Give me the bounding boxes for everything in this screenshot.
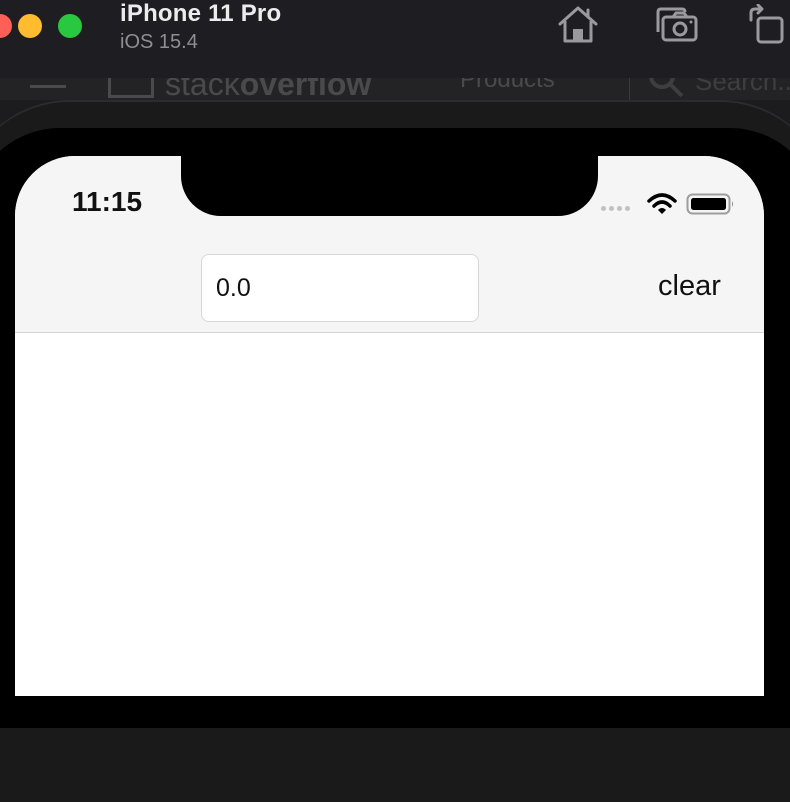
device-screen: 11:15 clear [15, 156, 764, 696]
hamburger-menu-icon [30, 85, 66, 88]
rotate-icon[interactable] [748, 3, 790, 49]
clear-button[interactable]: clear [658, 270, 721, 303]
background-browser-page: stackoverflow Products Search... [0, 78, 790, 100]
device-name: iPhone 11 Pro [120, 0, 282, 27]
device-notch [181, 156, 598, 216]
os-version: iOS 15.4 [120, 31, 198, 53]
divider [629, 78, 630, 100]
minimize-window-button[interactable] [18, 14, 42, 38]
cellular-signal-icon [601, 206, 630, 211]
products-link: Products [460, 78, 555, 93]
stackoverflow-logo-text: stackoverflow [165, 78, 371, 100]
logo-light-text: stack [165, 78, 240, 100]
logo-bold-text: overflow [239, 78, 372, 100]
home-icon[interactable] [556, 4, 600, 49]
stackoverflow-logo-icon [108, 78, 154, 98]
content-area [15, 333, 764, 696]
search-icon [648, 78, 688, 100]
close-window-button[interactable] [0, 14, 12, 38]
screenshot-icon[interactable] [654, 4, 700, 49]
zoom-window-button[interactable] [58, 14, 82, 38]
wifi-icon [647, 192, 677, 221]
battery-icon [686, 193, 736, 220]
simulator-titlebar: iPhone 11 Pro iOS 15.4 [0, 0, 790, 78]
value-text-field[interactable] [201, 254, 479, 322]
search-placeholder: Search... [695, 78, 790, 96]
status-time: 11:15 [72, 186, 143, 217]
